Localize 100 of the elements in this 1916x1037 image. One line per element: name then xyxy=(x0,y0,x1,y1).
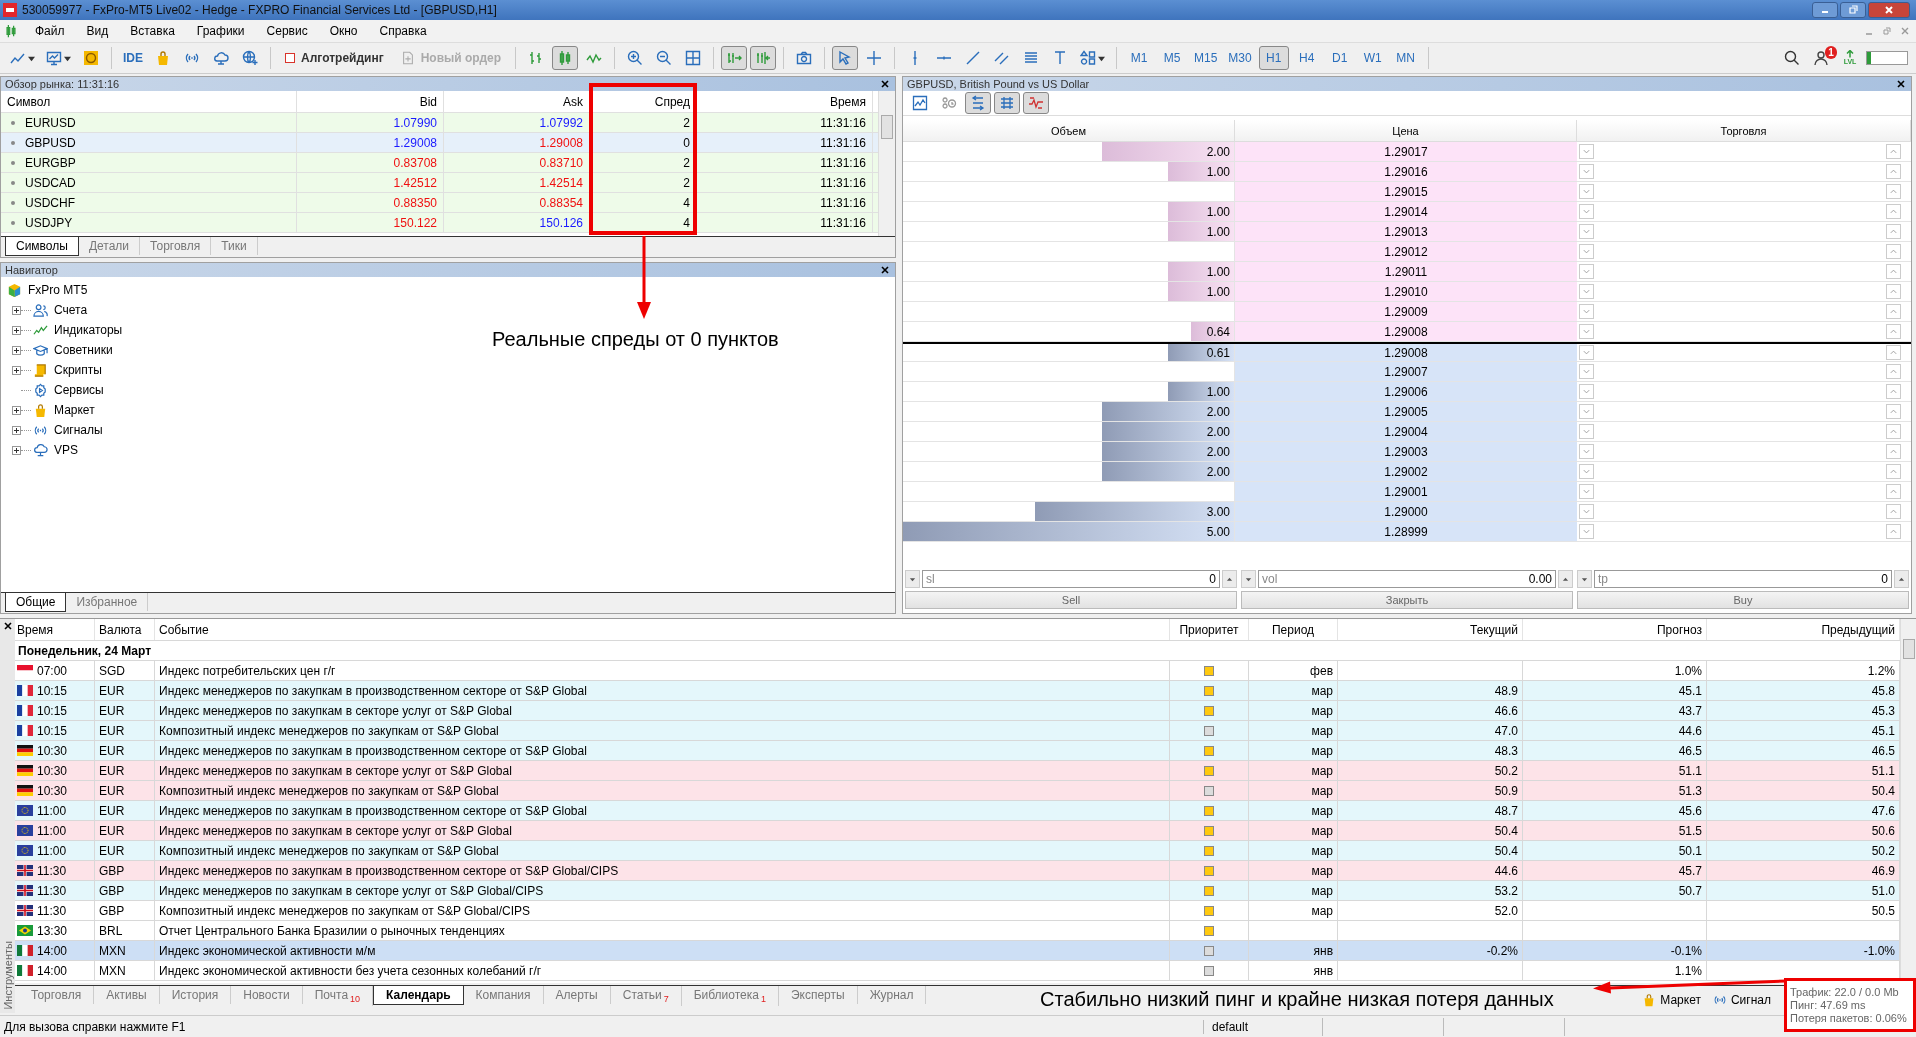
sell-limit-button[interactable] xyxy=(1579,524,1594,539)
input-field[interactable]: vol 0.00 xyxy=(1258,570,1556,588)
buy-limit-button[interactable] xyxy=(1886,244,1901,259)
menu-item[interactable]: Справка xyxy=(368,24,438,38)
sell-limit-button[interactable] xyxy=(1579,204,1594,219)
column-header[interactable]: Текущий xyxy=(1338,619,1523,640)
symbol-row[interactable]: USDJPY 150.122 150.126 4 11:31:16 xyxy=(1,213,878,233)
decrease-button[interactable] xyxy=(905,570,920,588)
menu-item[interactable]: Графики xyxy=(185,24,256,38)
sell-limit-button[interactable] xyxy=(1579,364,1594,379)
symbol-row[interactable]: USDCAD 1.42512 1.42514 2 11:31:16 xyxy=(1,173,878,193)
autoscroll-button[interactable] xyxy=(721,46,747,70)
buy-limit-button[interactable] xyxy=(1886,404,1901,419)
tree-item[interactable]: FxPro MT5 xyxy=(28,283,88,297)
menu-item[interactable]: Окно xyxy=(318,24,369,38)
tick-chart-button[interactable] xyxy=(1023,92,1049,114)
sell-limit-button[interactable] xyxy=(1579,164,1594,179)
event-row[interactable]: 11:00 EUR Индекс менеджеров по закупкам в производственном секторе от S&P Global мар 48.7 45.6 47.6 xyxy=(15,801,1900,821)
symbol-row[interactable]: USDCHF 0.88350 0.88354 4 11:31:16 xyxy=(1,193,878,213)
column-header[interactable]: Прогноз xyxy=(1523,619,1707,640)
column-header[interactable]: Период xyxy=(1249,619,1338,640)
arrows-button[interactable] xyxy=(965,92,991,114)
tree-item[interactable]: Скрипты xyxy=(54,363,102,377)
increase-button[interactable] xyxy=(1894,570,1909,588)
expand-icon[interactable] xyxy=(12,425,21,435)
event-row[interactable]: 10:30 EUR Индекс менеджеров по закупкам в производственном секторе от S&P Global мар 48.3 46.5 46.5 xyxy=(15,741,1900,761)
expand-icon[interactable] xyxy=(12,305,21,315)
buy-limit-button[interactable] xyxy=(1886,324,1901,339)
buy-limit-button[interactable] xyxy=(1886,345,1901,360)
event-row[interactable]: 10:15 EUR Индекс менеджеров по закупкам в производственном секторе от S&P Global мар 48.9 45.1 45.8 xyxy=(15,681,1900,701)
sell-limit-button[interactable] xyxy=(1579,284,1594,299)
sell-limit-button[interactable] xyxy=(1579,184,1594,199)
buy-limit-button[interactable] xyxy=(1886,364,1901,379)
buy-limit-button[interactable] xyxy=(1886,164,1901,179)
sell-limit-button[interactable] xyxy=(1579,504,1594,519)
event-row[interactable]: 11:00 EUR Композитный индекс менеджеров по закупкам от S&P Global мар 50.4 50.1 50.2 xyxy=(15,841,1900,861)
close-icon[interactable] xyxy=(881,80,889,88)
tab[interactable]: Журнал xyxy=(857,986,927,1004)
increase-button[interactable] xyxy=(1558,570,1573,588)
candlestick-button[interactable] xyxy=(552,46,578,70)
symbol-row[interactable]: GBPUSD 1.29008 1.29008 0 11:31:16 xyxy=(1,133,878,153)
buy-limit-button[interactable] xyxy=(1886,284,1901,299)
tab[interactable]: Детали xyxy=(78,237,141,255)
timeframe-button[interactable]: M5 xyxy=(1157,46,1187,70)
minimize-button[interactable] xyxy=(1812,2,1838,18)
tab[interactable]: Общие xyxy=(5,593,67,612)
ide-button[interactable]: IDE xyxy=(119,46,147,70)
buy-limit-button[interactable] xyxy=(1886,144,1901,159)
event-row[interactable]: 11:30 GBP Индекс менеджеров по закупкам в секторе услуг от S&P Global/CIPS мар 53.2 50.7 51.0 xyxy=(15,881,1900,901)
tab[interactable]: Библиотека $_{1}$ xyxy=(681,986,779,1007)
sell-limit-button[interactable] xyxy=(1579,144,1594,159)
tree-item[interactable]: Советники xyxy=(54,343,113,357)
expand-icon[interactable] xyxy=(12,405,21,415)
buy-limit-button[interactable] xyxy=(1886,304,1901,319)
sell-limit-button[interactable] xyxy=(1579,324,1594,339)
event-row[interactable]: 11:30 GBP Индекс менеджеров по закупкам в производственном секторе от S&P Global/CIPS мар 44.6 45.7 46.9 xyxy=(15,861,1900,881)
tree-item[interactable]: Сервисы xyxy=(54,383,104,397)
tree-item[interactable]: Сигналы xyxy=(54,423,103,437)
sell-limit-button[interactable] xyxy=(1579,224,1594,239)
decrease-button[interactable] xyxy=(1577,570,1592,588)
column-header[interactable]: Время xyxy=(15,619,95,640)
buy-limit-button[interactable] xyxy=(1886,264,1901,279)
toolbar-link[interactable]: Сигнал xyxy=(1706,993,1777,1007)
timeframe-button[interactable]: MN xyxy=(1390,46,1421,70)
sell-limit-button[interactable] xyxy=(1579,404,1594,419)
tab[interactable]: Символы xyxy=(5,237,79,256)
column-header[interactable]: Ask xyxy=(444,91,590,112)
event-row[interactable]: 10:30 EUR Индекс менеджеров по закупкам в секторе услуг от S&P Global мар 50.2 51.1 51.1 xyxy=(15,761,1900,781)
order-button[interactable]: Sell xyxy=(905,591,1237,609)
column-header[interactable]: Символ xyxy=(1,91,297,112)
sell-limit-button[interactable] xyxy=(1579,384,1594,399)
column-header[interactable]: Bid xyxy=(297,91,444,112)
menu-item[interactable]: Вставка xyxy=(119,24,186,38)
account-button[interactable]: 1 xyxy=(1808,46,1834,70)
tree-item[interactable]: Индикаторы xyxy=(54,323,123,337)
symbol-row[interactable]: EURUSD 1.07990 1.07992 2 11:31:16 xyxy=(1,113,878,133)
tab[interactable]: Тики xyxy=(211,237,258,255)
column-header[interactable]: Валюта xyxy=(95,619,155,640)
event-row[interactable]: 10:30 EUR Композитный индекс менеджеров по закупкам от S&P Global мар 50.9 51.3 50.4 xyxy=(15,781,1900,801)
expand-icon[interactable] xyxy=(12,325,21,335)
sell-limit-button[interactable] xyxy=(1579,464,1594,479)
column-header[interactable]: Событие xyxy=(155,619,1170,640)
tab[interactable]: История xyxy=(159,986,232,1004)
tab[interactable]: Эксперты xyxy=(778,986,858,1004)
tab[interactable]: Статьи $_{7}$ xyxy=(610,986,682,1007)
column-header[interactable]: Время xyxy=(697,91,873,112)
decrease-button[interactable] xyxy=(1241,570,1256,588)
tab[interactable]: Календарь xyxy=(373,986,464,1005)
event-row[interactable]: 14:00 MXN Индекс экономической активности м/м янв -0.2% -0.1% -1.0% xyxy=(15,941,1900,961)
buy-limit-button[interactable] xyxy=(1886,504,1901,519)
order-button[interactable]: Buy xyxy=(1577,591,1909,609)
close-button[interactable] xyxy=(1868,2,1910,18)
tab[interactable]: Торговля xyxy=(140,237,212,255)
expand-icon[interactable] xyxy=(12,365,21,375)
order-button[interactable]: Закрыть xyxy=(1241,591,1573,609)
buy-limit-button[interactable] xyxy=(1886,204,1901,219)
levels-button[interactable] xyxy=(994,92,1020,114)
increase-button[interactable] xyxy=(1222,570,1237,588)
sell-limit-button[interactable] xyxy=(1579,444,1594,459)
event-row[interactable]: 11:30 GBP Композитный индекс менеджеров по закупкам от S&P Global/CIPS мар 52.0 50.5 xyxy=(15,901,1900,921)
